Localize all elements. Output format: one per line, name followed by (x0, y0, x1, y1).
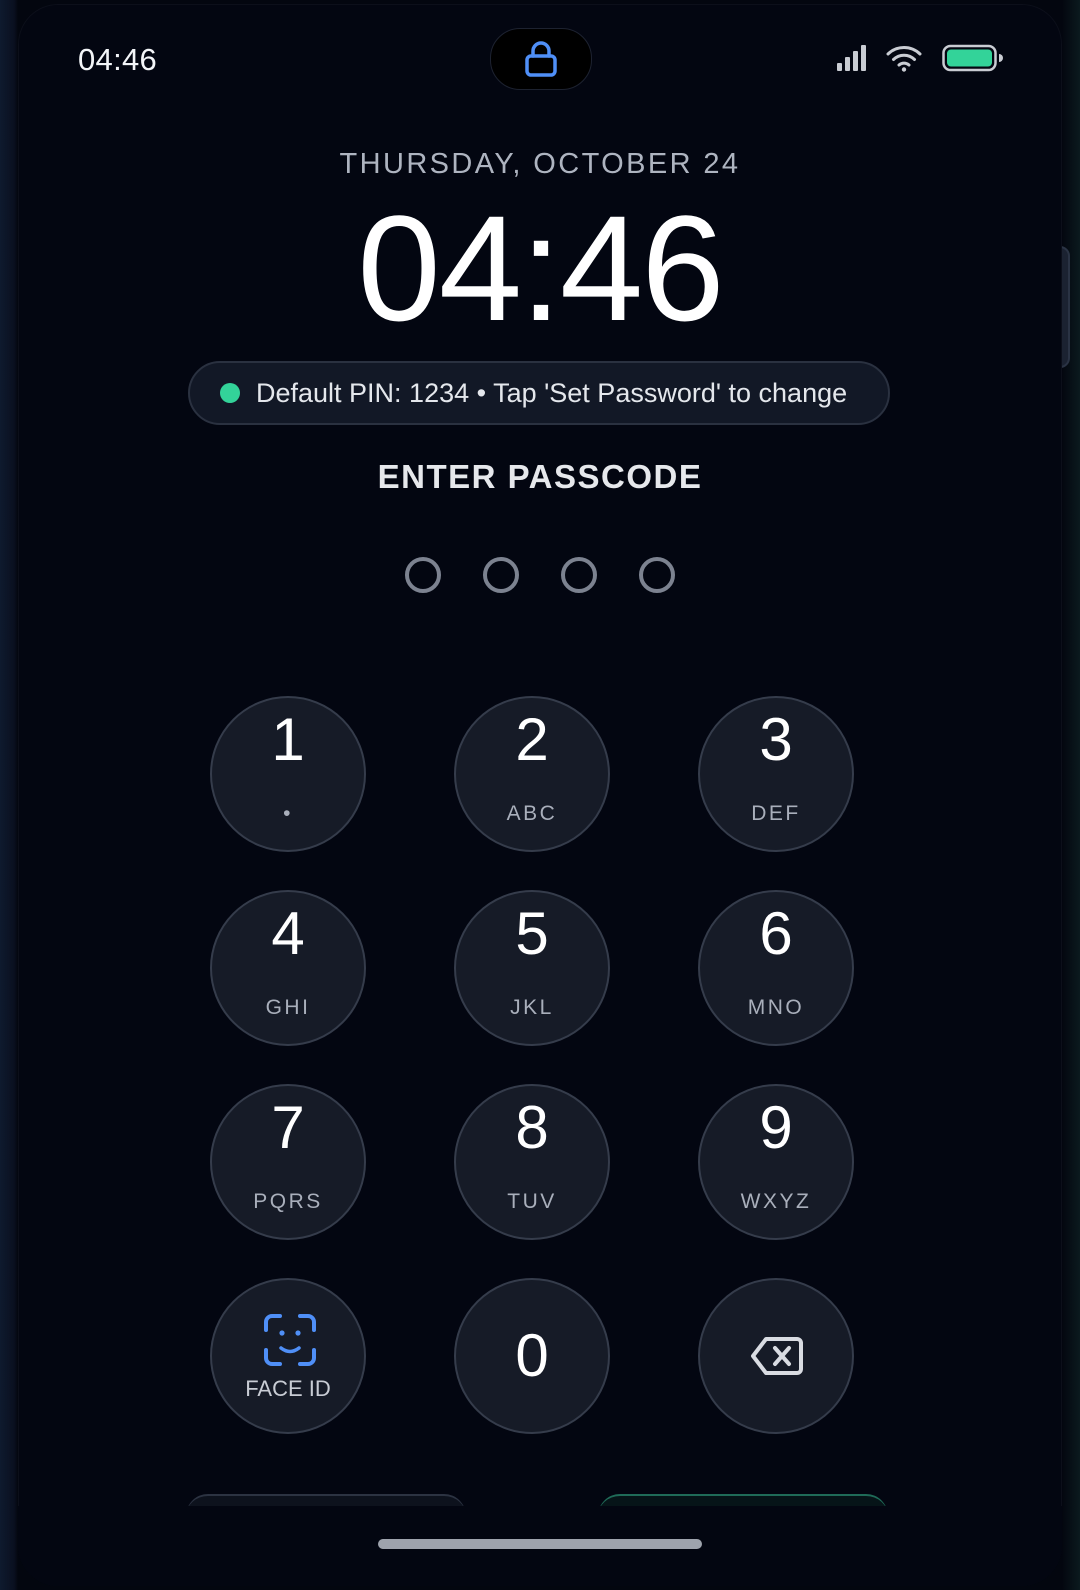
key-3[interactable]: 3 DEF (698, 696, 854, 852)
wifi-icon (886, 46, 922, 72)
dynamic-island (490, 28, 592, 90)
key-2[interactable]: 2 ABC (454, 696, 610, 852)
key-8[interactable]: 8 TUV (454, 1084, 610, 1240)
lock-screen: 04:46 THURSDAY, OCTOBER 24 04:46 Default… (18, 4, 1062, 1586)
face-id-icon (264, 1314, 316, 1366)
key-digit: 0 (515, 1322, 549, 1389)
key-letters: TUV (507, 1190, 557, 1213)
face-id-button[interactable]: FACE ID (210, 1278, 366, 1434)
battery-icon (942, 44, 1003, 72)
key-5[interactable]: 5 JKL (454, 890, 610, 1046)
key-letters: ABC (506, 802, 558, 825)
lock-date: THURSDAY, OCTOBER 24 (339, 148, 741, 180)
key-9[interactable]: 9 WXYZ (698, 1084, 854, 1240)
lock-time: 04:46 (357, 184, 724, 352)
key-7[interactable]: 7 PQRS (210, 1084, 366, 1240)
status-bar-time: 04:46 (78, 42, 158, 77)
key-letters: JKL (510, 996, 554, 1019)
key-digit: 7 (271, 1094, 305, 1161)
key-0[interactable]: 0 (454, 1278, 610, 1434)
key-4[interactable]: 4 GHI (210, 890, 366, 1046)
passcode-dot (561, 557, 597, 593)
key-digit: 5 (515, 900, 549, 967)
passcode-dot (405, 557, 441, 593)
key-letters: GHI (265, 996, 311, 1019)
key-letters: • (283, 802, 293, 825)
key-digit: 6 (759, 900, 793, 967)
lock-icon (525, 41, 557, 77)
key-digit: 2 (515, 706, 549, 773)
backspace-button[interactable] (698, 1278, 854, 1434)
passcode-dots (18, 557, 1062, 593)
status-dot (220, 383, 240, 403)
key-letters: WXYZ (740, 1190, 812, 1213)
key-digit: 9 (759, 1094, 793, 1161)
home-indicator[interactable] (378, 1539, 702, 1549)
enter-passcode-label: ENTER PASSCODE (377, 458, 703, 495)
default-pin-banner[interactable]: Default PIN: 1234 • Tap 'Set Password' t… (188, 361, 890, 425)
face-id-label: FACE ID (245, 1376, 331, 1401)
device-frame: 04:46 THURSDAY, OCTOBER 24 04:46 Default… (0, 0, 1080, 1590)
default-pin-text: Default PIN: 1234 • Tap 'Set Password' t… (256, 377, 848, 408)
key-letters: PQRS (253, 1190, 323, 1213)
key-6[interactable]: 6 MNO (698, 890, 854, 1046)
key-digit: 8 (515, 1094, 549, 1161)
key-digit: 4 (271, 900, 305, 967)
passcode-dot (483, 557, 519, 593)
key-digit: 1 (271, 706, 305, 773)
key-letters: DEF (751, 802, 801, 825)
key-1[interactable]: 1 • (210, 696, 366, 852)
status-icons (836, 44, 1004, 72)
key-letters: MNO (747, 996, 805, 1019)
key-digit: 3 (759, 706, 793, 773)
passcode-dot (639, 557, 675, 593)
backspace-icon (751, 1337, 803, 1375)
signal-icon (837, 45, 866, 71)
